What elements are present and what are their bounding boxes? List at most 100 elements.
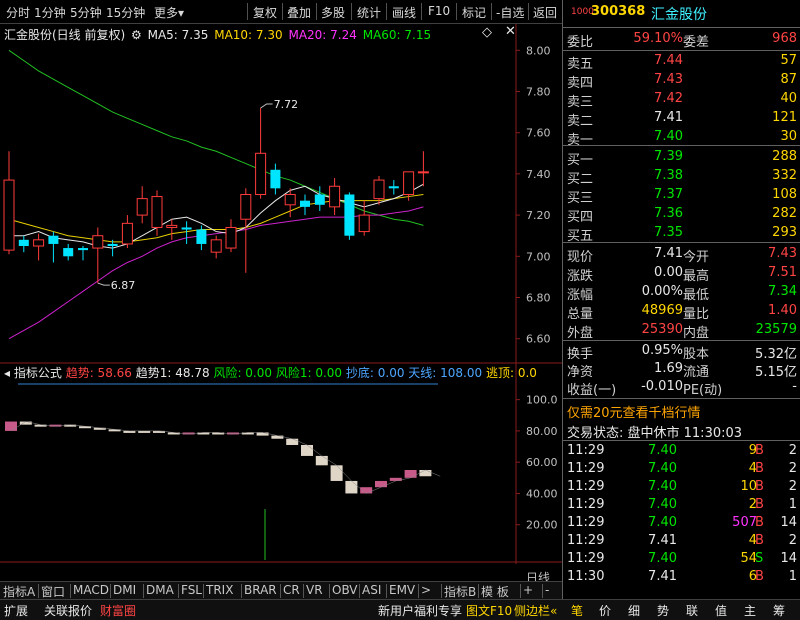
tab-15min[interactable]: 15分钟 — [106, 4, 145, 21]
stat-label: 最高 — [683, 269, 710, 284]
tab-divider — [110, 584, 111, 598]
indicator-tab[interactable]: EMV — [389, 583, 415, 597]
multi-stock-button[interactable]: 多股 — [321, 4, 345, 21]
tick-time: 11:29 — [567, 551, 605, 566]
depth-promo-link[interactable]: 仅需20元查看千档行情 — [567, 402, 701, 421]
sell-order-row[interactable]: 卖一 7.40 30 — [563, 128, 800, 148]
indicator-tab[interactable]: 模 板 — [481, 583, 509, 600]
overlay-button[interactable]: 叠加 — [287, 4, 311, 21]
buy-order-row[interactable]: 买二 7.38 332 — [563, 167, 800, 187]
stats-button[interactable]: 统计 — [357, 4, 381, 21]
finance-stat-row: 换手 0.95% 股本 5.32亿 — [563, 342, 800, 362]
indicator-bar — [286, 438, 299, 445]
quote-stat-row: 外盘 25390 内盘 23579 — [563, 321, 800, 341]
price-axis-label: 7.80 — [526, 86, 551, 99]
tab-divider — [203, 584, 204, 598]
draw-line-button[interactable]: 画线 — [392, 4, 416, 21]
tick-row: 11:29 7.40 2 B 1 — [563, 496, 800, 514]
tab-5min[interactable]: 5分钟 — [70, 4, 102, 21]
sidebar-toggle-button[interactable]: 侧边栏« — [514, 602, 557, 619]
tab-divider — [386, 584, 387, 598]
indicator-tab[interactable]: TRIX — [206, 583, 233, 597]
diamond-icon[interactable]: ◇ — [482, 25, 492, 40]
candle-body — [181, 227, 192, 230]
indicator-tab[interactable]: DMI — [113, 583, 136, 597]
tick-price: 7.40 — [648, 443, 677, 458]
indicator-tab[interactable]: 指标B — [444, 583, 476, 600]
candle-body — [270, 169, 281, 189]
tab-detail[interactable]: 细 — [628, 602, 640, 619]
indicator-axis-label: 80.00 — [526, 425, 558, 438]
price-axis-label: 7.40 — [526, 168, 551, 181]
indicator-tab[interactable]: FSL — [181, 583, 202, 597]
kline-chart-area[interactable]: 8.00 7.80 7.60 7.40 7.20 7.00 6.80 6.60 7.72 6.87… — [0, 24, 562, 585]
indicator-tab[interactable]: 指标A — [3, 583, 35, 600]
promo-row[interactable]: 仅需20元查看千档行情 — [563, 401, 800, 421]
add-icon[interactable]: + — [523, 583, 533, 597]
tab-realtime[interactable]: 分时 — [6, 4, 30, 21]
indicator-bar — [301, 444, 313, 456]
indicator-tab[interactable]: OBV — [332, 583, 358, 597]
remove-watchlist-button[interactable]: -自选 — [496, 4, 524, 21]
chart-legend: 汇金股份(日线 前复权) ⚙ MA5: 7.35 MA10: 7.30 MA20… — [4, 26, 433, 43]
tab-ticks[interactable]: 笔 — [571, 602, 583, 619]
indicator-tab[interactable]: DMA — [146, 583, 174, 597]
mark-button[interactable]: 标记 — [462, 4, 486, 21]
indicator-tab[interactable]: MACD — [73, 583, 109, 597]
kline-chart[interactable]: 8.00 7.80 7.60 7.40 7.20 7.00 6.80 6.60 7.72 6.87… — [0, 24, 562, 564]
buy-order-row[interactable]: 买一 7.39 288 — [563, 148, 800, 168]
tab-1min[interactable]: 1分钟 — [34, 4, 66, 21]
buy-order-row[interactable]: 买四 7.36 282 — [563, 205, 800, 225]
divider — [563, 440, 800, 441]
tab-chips[interactable]: 筹 — [773, 602, 785, 619]
buy-order-row[interactable]: 买五 7.35 293 — [563, 224, 800, 244]
adjust-button[interactable]: 复权 — [253, 4, 277, 21]
buy-order-row[interactable]: 买三 7.37 108 — [563, 186, 800, 206]
toolbar-divider — [421, 3, 422, 20]
tab-price[interactable]: 价 — [599, 602, 611, 619]
new-user-promo-link[interactable]: 新用户福利专享 — [378, 602, 462, 619]
indicator-tab[interactable]: BRAR — [244, 583, 277, 597]
f10-button[interactable]: F10 — [428, 4, 450, 18]
tab-linked[interactable]: 联 — [686, 602, 698, 619]
tab-trend[interactable]: 势 — [657, 602, 669, 619]
indicator-tab[interactable]: CR — [283, 583, 300, 597]
finance-stat-row: 净资 1.69 流通 5.15亿 — [563, 360, 800, 380]
tick-count: 2 — [788, 461, 797, 476]
expand-button[interactable]: 扩展 — [4, 602, 28, 619]
close-icon[interactable]: ✕ — [505, 24, 516, 39]
quote-stat-row: 涨跌 0.00 最高 7.51 — [563, 264, 800, 284]
tick-price: 7.40 — [648, 497, 677, 512]
indicator-tab[interactable]: VR — [306, 583, 323, 597]
settings-gear-icon[interactable]: ⚙ — [131, 28, 142, 42]
sell-order-row[interactable]: 卖三 7.42 40 — [563, 90, 800, 110]
indicator-bar — [330, 465, 343, 481]
candle-body — [63, 248, 74, 257]
tab-main[interactable]: 主 — [744, 602, 756, 619]
tick-time: 11:29 — [567, 515, 605, 530]
related-quote-button[interactable]: 关联报价 — [44, 602, 92, 619]
sell-order-row[interactable]: 卖五 7.44 57 — [563, 52, 800, 72]
sell-order-row[interactable]: 卖二 7.41 121 — [563, 109, 800, 129]
indicator-tab[interactable]: ASI — [362, 583, 381, 597]
sell-volume: 121 — [772, 110, 797, 125]
collapse-icon[interactable]: ◂ — [4, 366, 10, 380]
tab-divider — [178, 584, 179, 598]
stat-value: 7.41 — [654, 246, 683, 261]
sell-price: 7.41 — [654, 110, 683, 125]
buy-price: 7.35 — [654, 225, 683, 240]
tick-count: 2 — [788, 533, 797, 548]
sell-order-row[interactable]: 卖四 7.43 87 — [563, 71, 800, 91]
remove-icon[interactable]: - — [545, 583, 549, 597]
indicator-tab[interactable]: 窗口 — [41, 583, 65, 600]
stat-label: 今开 — [683, 250, 710, 265]
stat-value: 0.00% — [641, 284, 683, 299]
wealth-circle-button[interactable]: 财富圈 — [100, 602, 136, 619]
buy-level-label: 买一 — [567, 153, 594, 168]
f10-text-button[interactable]: 图文F10 — [466, 602, 512, 619]
more-dropdown[interactable]: 更多▾ — [154, 4, 184, 21]
tab-value[interactable]: 值 — [715, 602, 727, 619]
back-button[interactable]: 返回 — [533, 4, 557, 21]
scroll-right-icon[interactable]: > — [421, 583, 431, 597]
indicator-name[interactable]: 指标公式 — [14, 366, 62, 380]
